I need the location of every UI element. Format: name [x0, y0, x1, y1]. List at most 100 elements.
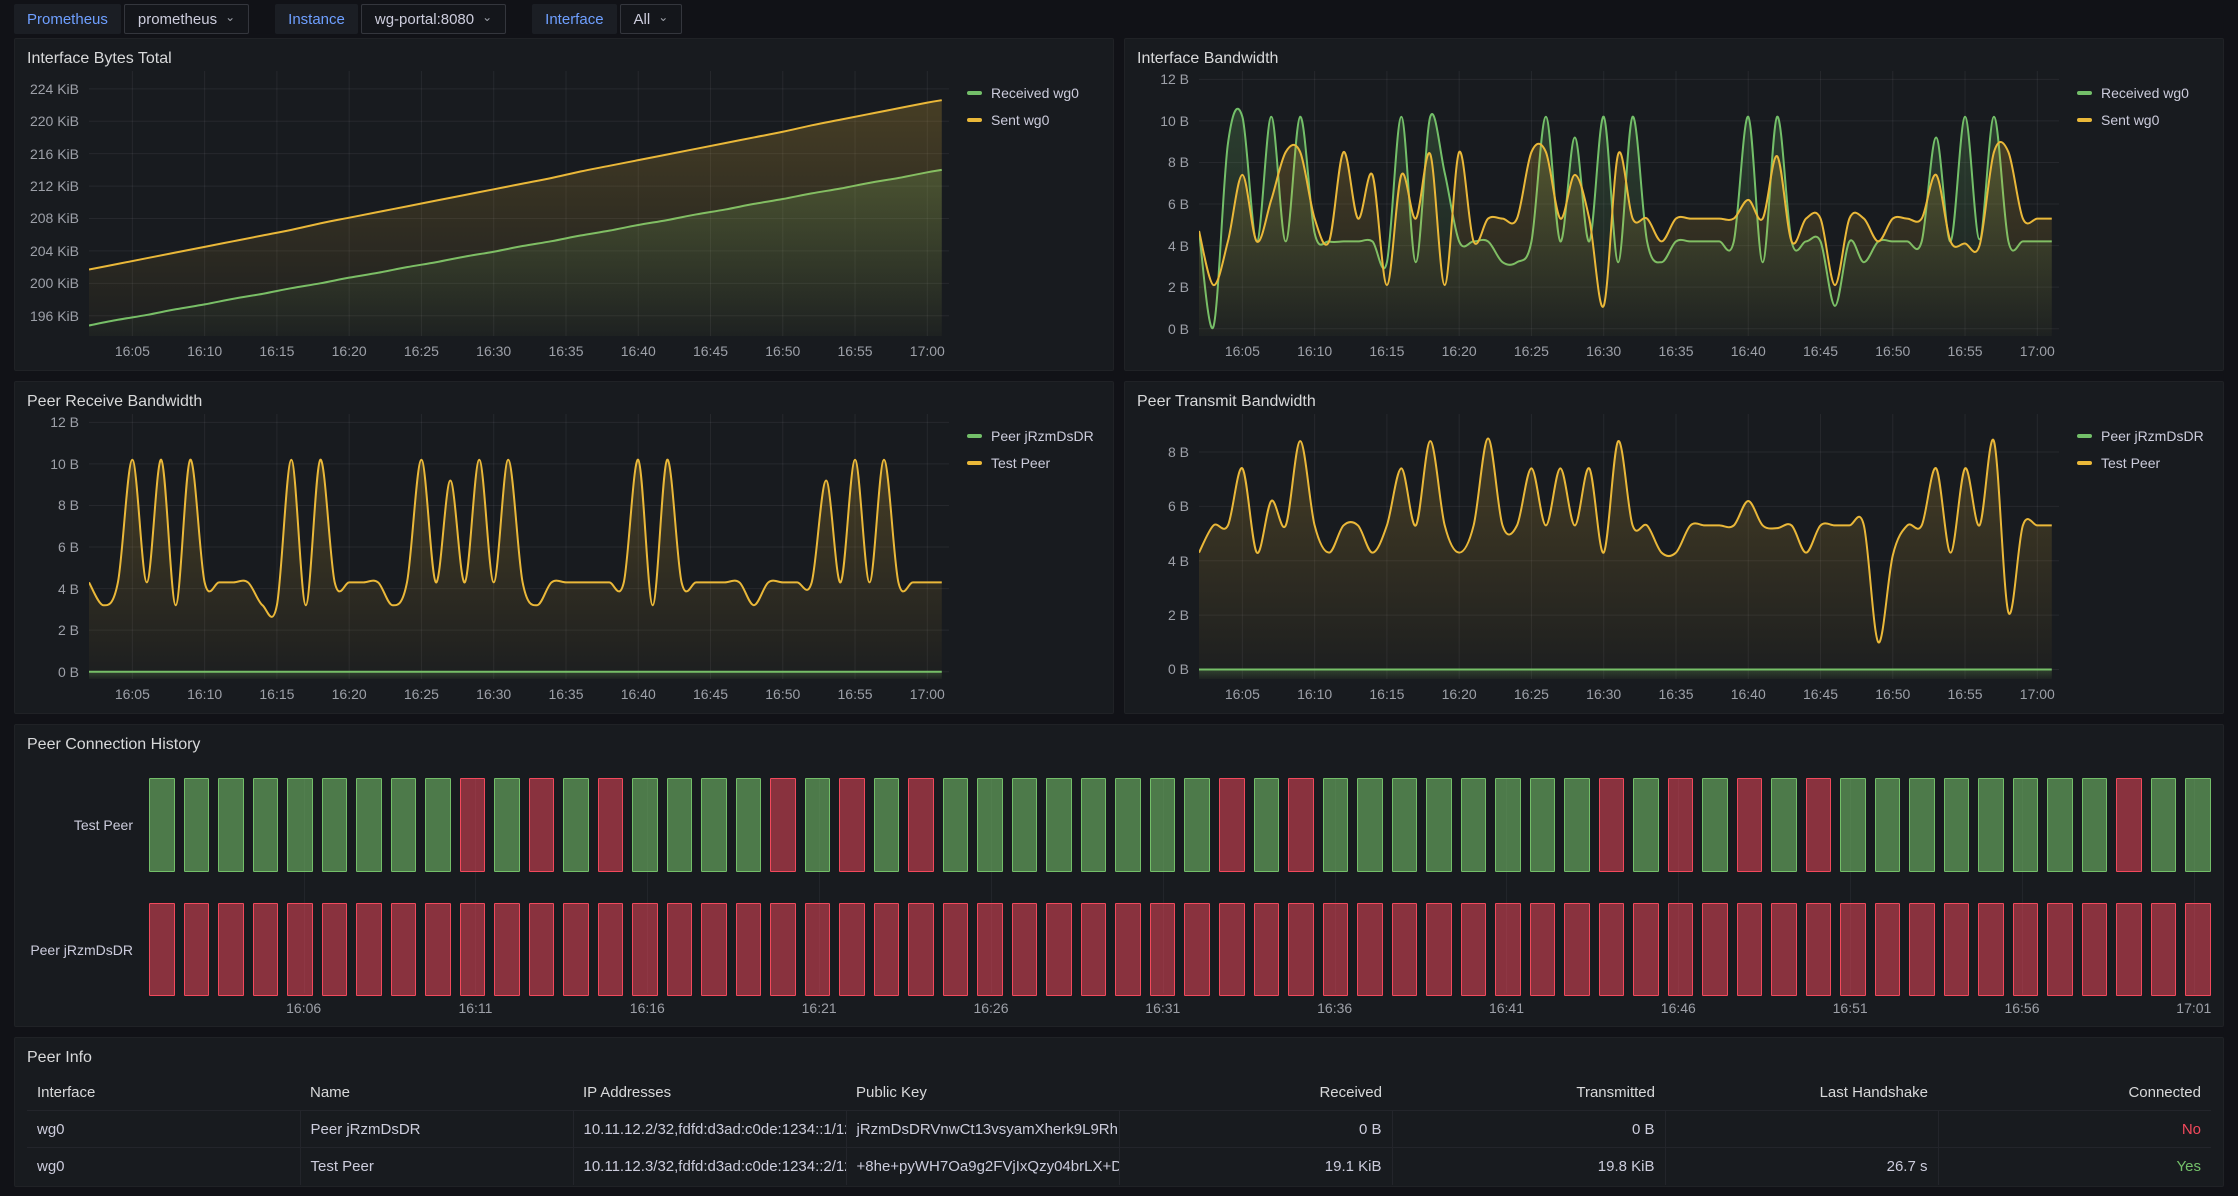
column-header-connected[interactable]: Connected	[1938, 1076, 2211, 1111]
plot-area[interactable]	[1199, 414, 2059, 679]
legend-item-test-peer[interactable]: Test Peer	[2077, 455, 2211, 471]
column-header-transmitted[interactable]: Transmitted	[1392, 1076, 1665, 1111]
cell-received: 19.1 KiB	[1119, 1148, 1392, 1185]
variable-select-interface[interactable]: All ⌄	[620, 4, 683, 34]
state-cell-disconnected	[1702, 903, 1728, 996]
y-axis-label: 0 B	[1168, 321, 1189, 337]
state-cell-disconnected	[1012, 903, 1038, 996]
y-axis-label: 4 B	[1168, 553, 1189, 569]
x-axis-label: 16:20	[1442, 686, 1477, 702]
x-axis-label: 16:20	[1442, 343, 1477, 359]
y-axis-label: 212 KiB	[30, 178, 79, 194]
x-axis-label: 16:46	[1661, 1000, 1696, 1016]
y-axis-label: 196 KiB	[30, 308, 79, 324]
x-axis-label: 16:40	[621, 343, 656, 359]
x-axis: 16:0516:1016:1516:2016:2516:3016:3516:40…	[89, 679, 949, 705]
variable-group-prometheus: Prometheus prometheus ⌄	[14, 4, 249, 34]
y-axis-label: 10 B	[50, 456, 79, 472]
variable-select-prometheus[interactable]: prometheus ⌄	[124, 4, 249, 34]
x-axis-label: 16:15	[1369, 343, 1404, 359]
y-axis-label: 8 B	[58, 497, 79, 513]
legend-label: Received wg0	[2101, 85, 2189, 101]
x-axis-label: 16:31	[1145, 1000, 1180, 1016]
column-header-interface[interactable]: Interface	[27, 1076, 300, 1111]
series-color-swatch	[967, 434, 982, 438]
state-cell-disconnected	[2047, 903, 2073, 996]
state-cell-disconnected	[1392, 903, 1418, 996]
cell-public-key: jRzmDsDRVnwCt13vsyamXherk9L9RhRc	[846, 1111, 1119, 1148]
state-cell-disconnected	[184, 903, 210, 996]
variable-label-interface: Interface	[532, 4, 616, 34]
state-cell-disconnected	[1150, 903, 1176, 996]
state-cell-disconnected	[149, 903, 175, 996]
x-axis-label: 16:05	[115, 343, 150, 359]
legend-item-test-peer[interactable]: Test Peer	[967, 455, 1101, 471]
plot-area[interactable]	[1199, 71, 2059, 336]
x-axis-label: 16:10	[1297, 343, 1332, 359]
variable-group-instance: Instance wg-portal:8080 ⌄	[275, 4, 506, 34]
x-axis-label: 16:30	[476, 343, 511, 359]
series-color-swatch	[967, 118, 982, 122]
legend-item-received-wg0[interactable]: Received wg0	[2077, 85, 2211, 101]
series-color-swatch	[2077, 461, 2092, 465]
legend: Received wg0 Sent wg0	[2059, 71, 2211, 362]
state-cell-disconnected	[2116, 778, 2142, 872]
chevron-down-icon: ⌄	[482, 11, 492, 23]
state-cell-disconnected	[1046, 903, 1072, 996]
column-header-name[interactable]: Name	[300, 1076, 573, 1111]
state-cell-disconnected	[839, 778, 865, 872]
state-cell-disconnected	[1219, 903, 1245, 996]
plot-area[interactable]	[89, 71, 949, 336]
x-axis-label: 16:56	[2004, 1000, 2039, 1016]
cell-received: 0 B	[1119, 1111, 1392, 1148]
legend-label: Sent wg0	[2101, 112, 2159, 128]
state-cell-disconnected	[1944, 903, 1970, 996]
timeline-row-labels: Test PeerPeer jRzmDsDR	[27, 757, 149, 1018]
state-cell-disconnected	[1357, 903, 1383, 996]
x-axis: 16:0516:1016:1516:2016:2516:3016:3516:40…	[89, 336, 949, 362]
x-axis-label: 16:50	[1875, 686, 1910, 702]
legend-label: Peer jRzmDsDR	[991, 428, 1094, 444]
plot-area[interactable]	[89, 414, 949, 679]
state-cell-connected	[149, 778, 175, 872]
x-axis-label: 16:25	[1514, 686, 1549, 702]
y-axis-label: 10 B	[1160, 113, 1189, 129]
legend-item-peer-jrzmdsdr[interactable]: Peer jRzmDsDR	[2077, 428, 2211, 444]
variable-group-interface: Interface All ⌄	[532, 4, 682, 34]
legend-item-sent-wg0[interactable]: Sent wg0	[967, 112, 1101, 128]
panel-title: Peer Connection History	[27, 733, 2211, 757]
variable-select-instance[interactable]: wg-portal:8080 ⌄	[361, 4, 506, 34]
state-cell-disconnected	[460, 778, 486, 872]
column-header-ip-addresses[interactable]: IP Addresses	[573, 1076, 846, 1111]
x-axis-label: 16:45	[1803, 343, 1838, 359]
state-cell-disconnected	[425, 903, 451, 996]
legend-item-received-wg0[interactable]: Received wg0	[967, 85, 1101, 101]
state-cell-disconnected	[218, 903, 244, 996]
state-cell-disconnected	[2185, 903, 2211, 996]
x-axis-label: 16:35	[1658, 686, 1693, 702]
x-axis-label: 16:50	[765, 686, 800, 702]
panel-peer-info: Peer Info InterfaceNameIP AddressesPubli…	[14, 1037, 2224, 1187]
state-cell-connected	[2047, 778, 2073, 872]
column-header-public-key[interactable]: Public Key	[846, 1076, 1119, 1111]
legend-item-peer-jrzmdsdr[interactable]: Peer jRzmDsDR	[967, 428, 1101, 444]
state-cell-disconnected	[391, 903, 417, 996]
timeline-row-label-peer-jrzmdsdr: Peer jRzmDsDR	[30, 942, 133, 958]
state-cell-disconnected	[1771, 903, 1797, 996]
state-cell-connected	[977, 778, 1003, 872]
state-cell-connected	[1978, 778, 2004, 872]
state-cell-disconnected	[1633, 903, 1659, 996]
x-axis-label: 16:10	[187, 686, 222, 702]
column-header-last-handshake[interactable]: Last Handshake	[1665, 1076, 1938, 1111]
state-cell-connected	[1357, 778, 1383, 872]
y-axis-label: 224 KiB	[30, 81, 79, 97]
state-cell-connected	[1495, 778, 1521, 872]
state-cell-disconnected	[2082, 903, 2108, 996]
legend-item-sent-wg0[interactable]: Sent wg0	[2077, 112, 2211, 128]
x-axis-label: 16:20	[332, 343, 367, 359]
state-cell-disconnected	[1599, 778, 1625, 872]
series-color-swatch	[2077, 118, 2092, 122]
panel-interface-bytes-total: Interface Bytes Total 196 KiB200 KiB204 …	[14, 38, 1114, 371]
state-cell-connected	[2151, 778, 2177, 872]
column-header-received[interactable]: Received	[1119, 1076, 1392, 1111]
